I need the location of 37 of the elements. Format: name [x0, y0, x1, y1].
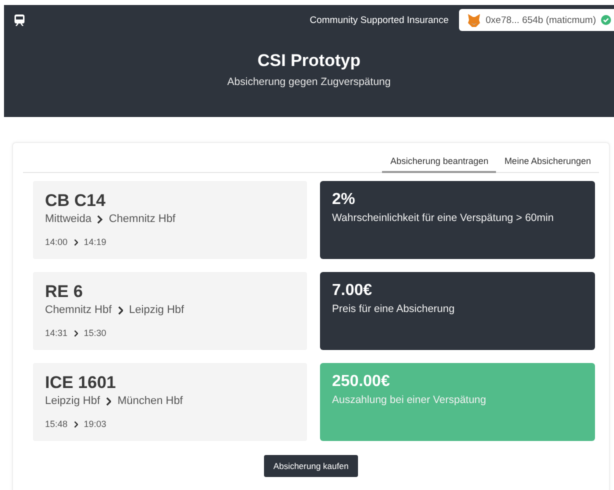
time: 14:00 — [45, 237, 68, 247]
stat-value: 7.00€ — [332, 282, 374, 300]
station: Mittweida — [45, 213, 92, 225]
time: 14:31 — [45, 328, 68, 338]
station: Leipzig Hbf — [129, 304, 184, 316]
page-title: CSI Prototyp — [256, 51, 362, 71]
chevron-icon — [74, 330, 78, 336]
tab[interactable]: Absicherung beantragen — [382, 151, 496, 173]
wallet-address: 0xe78... 654b (maticmum) — [486, 14, 596, 26]
train-name: ICE 1601 — [45, 373, 117, 393]
chevron-icon — [118, 306, 124, 314]
tab[interactable]: Meine Absicherungen — [496, 151, 599, 173]
buy-button[interactable]: Absicherung kaufen — [264, 455, 358, 477]
stat-label: Auszahlung bei einer Verspätung — [332, 394, 488, 406]
stat-value: 250.00€ — [332, 373, 391, 391]
time: 15:48 — [45, 419, 68, 429]
chevron-icon — [97, 214, 103, 224]
train-icon — [14, 14, 25, 26]
station: Chemnitz Hbf — [45, 304, 112, 316]
time: 19:03 — [84, 419, 106, 429]
brand-link[interactable]: Community Supported Insurance — [310, 14, 449, 26]
station: Chemnitz Hbf — [108, 213, 176, 225]
stat-value: 2% — [332, 191, 356, 209]
chevron-icon — [74, 238, 78, 246]
stat-label: Wahrscheinlichkeit für eine Verspätung > 60min — [332, 212, 555, 224]
page-subtitle: Absicherung gegen Zugverspätung — [226, 76, 392, 88]
time: 15:30 — [84, 328, 106, 338]
train-name: RE 6 — [45, 282, 84, 302]
train-name: CB C14 — [45, 191, 106, 211]
chevron-icon — [74, 420, 78, 428]
time: 14:19 — [84, 237, 106, 247]
station: Leipzig Hbf — [45, 395, 100, 407]
chevron-icon — [106, 396, 112, 406]
stat-label: Preis für eine Absicherung — [332, 303, 456, 315]
fox-icon — [466, 14, 481, 26]
wallet-button[interactable]: 0xe78... 654b (maticmum) — [458, 9, 614, 31]
station: München Hbf — [117, 395, 183, 407]
